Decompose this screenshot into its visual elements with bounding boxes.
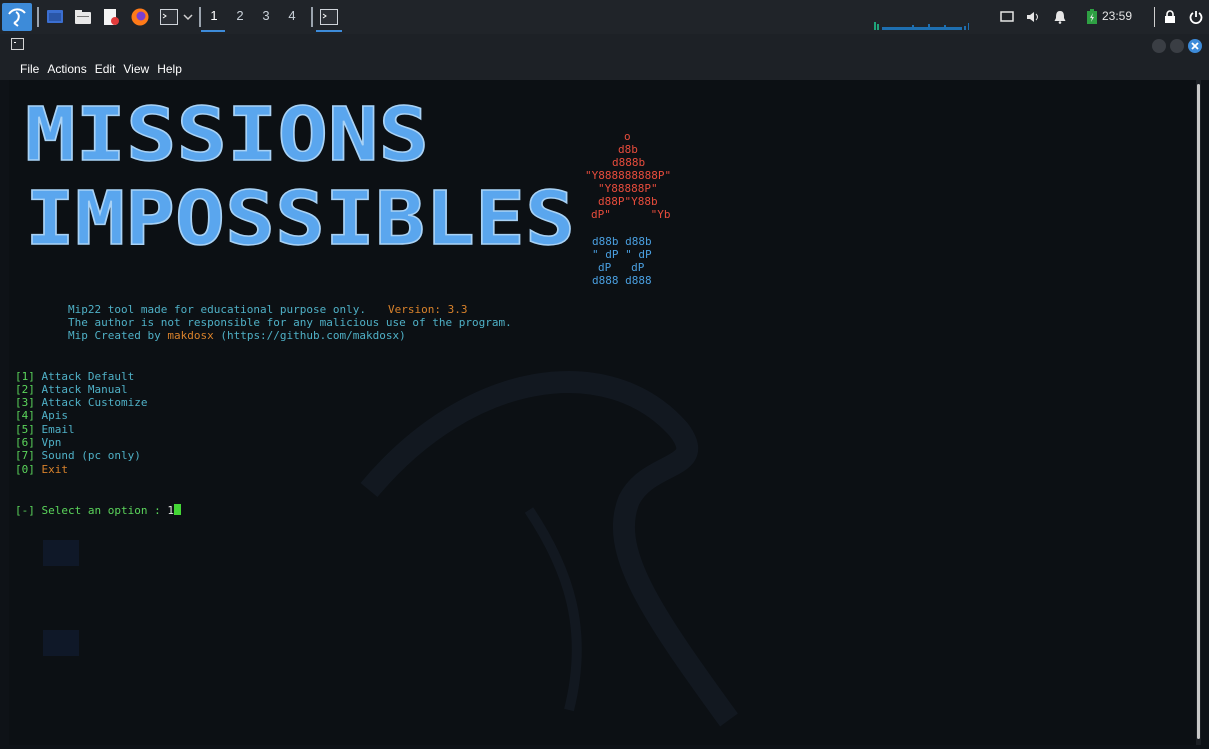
- ascii-art-blue-line: d88b d88b: [592, 235, 652, 248]
- desktop-icon-ghost: [43, 630, 79, 656]
- option-key: [4]: [15, 409, 35, 422]
- text-editor-icon[interactable]: [100, 5, 122, 29]
- ascii-art-red-line: d8b: [618, 143, 638, 156]
- minimize-button[interactable]: [1152, 39, 1166, 53]
- terminal-cursor: [173, 504, 181, 515]
- option-label: Attack Manual: [41, 383, 128, 396]
- display-icon[interactable]: [997, 5, 1017, 29]
- active-workspace-indicator: [201, 30, 225, 32]
- ascii-art-blue-line: d888 d888: [592, 274, 652, 287]
- workspace-4[interactable]: 4: [285, 8, 299, 23]
- clock[interactable]: 23:59: [1102, 9, 1132, 23]
- window-app-icon: [11, 38, 25, 57]
- option-label: Vpn: [41, 436, 62, 449]
- show-desktop-icon[interactable]: [44, 5, 66, 29]
- terminal-output[interactable]: MISSIONS IMPOSSIBLES o d8b d888b "Y88888…: [9, 80, 1196, 745]
- menu-actions[interactable]: Actions: [46, 62, 87, 76]
- top-panel: 1 2 3 4 23:59: [0, 0, 1209, 34]
- info-line-2: The author is not responsible for any ma…: [68, 316, 512, 329]
- terminal-icon[interactable]: [158, 5, 180, 29]
- prompt-input-value[interactable]: 1: [167, 504, 174, 517]
- menu-option: [4] Apis: [15, 409, 68, 422]
- option-label: Attack Customize: [41, 396, 148, 409]
- option-label: Exit: [41, 463, 69, 476]
- workspace-3[interactable]: 3: [259, 8, 273, 23]
- option-label: Attack Default: [41, 370, 135, 383]
- network-graph-icon: [872, 14, 992, 30]
- title-word-2: IMPOSSIBLES: [25, 176, 575, 254]
- kali-dragon-watermark: [360, 371, 738, 727]
- option-key: [1]: [15, 370, 35, 383]
- menu-option: [0] Exit: [15, 463, 68, 476]
- ascii-art-red-line: d88P"Y88b: [598, 195, 658, 208]
- panel-separator: [37, 7, 39, 27]
- panel-separator: [199, 7, 201, 27]
- option-key: [2]: [15, 383, 35, 396]
- prompt-label: [-] Select an option :: [15, 504, 168, 517]
- close-button[interactable]: [1188, 39, 1202, 53]
- workspace-1[interactable]: 1: [207, 8, 221, 23]
- ascii-art-red-line: dP" "Yb: [591, 208, 671, 221]
- title-word-1: MISSIONS: [25, 94, 429, 178]
- ascii-art-red-line: "Y888888888P": [585, 169, 672, 182]
- info-created-by: Mip Created by: [68, 329, 168, 342]
- option-label: Email: [41, 423, 75, 436]
- input-prompt[interactable]: [-] Select an option : 1: [15, 504, 181, 517]
- ascii-art-red-line: d888b: [612, 156, 646, 169]
- notification-icon[interactable]: [1050, 5, 1070, 29]
- author-url: (https://github.com/makdosx): [213, 329, 406, 342]
- menu-bar: File Actions Edit View Help: [0, 58, 1209, 80]
- info-line-3: Mip Created by makdosx (https://github.c…: [68, 329, 406, 342]
- battery-icon[interactable]: [1084, 5, 1100, 29]
- author-name: makdosx: [167, 329, 214, 342]
- window-titlebar[interactable]: [0, 34, 1209, 58]
- option-label: Sound (pc only): [41, 449, 141, 462]
- ascii-art-blue-line: dP dP: [598, 261, 645, 274]
- info-line-1: Mip22 tool made for educational purpose …: [68, 303, 468, 316]
- volume-icon[interactable]: [1024, 5, 1044, 29]
- maximize-button[interactable]: [1170, 39, 1184, 53]
- panel-separator: [311, 7, 313, 27]
- ascii-art-red-line: o: [624, 130, 631, 143]
- power-icon[interactable]: [1188, 5, 1204, 29]
- menu-edit[interactable]: Edit: [94, 62, 117, 76]
- file-manager-icon[interactable]: [72, 5, 94, 29]
- version-label: Version: 3.3: [388, 303, 468, 316]
- info-purpose: Mip22 tool made for educational purpose …: [68, 303, 367, 316]
- menu-option: [7] Sound (pc only): [15, 449, 141, 462]
- ascii-title-banner: MISSIONS IMPOSSIBLES: [24, 94, 576, 254]
- option-label: Apis: [41, 409, 69, 422]
- option-key: [6]: [15, 436, 35, 449]
- ascii-art-blue-line: " dP " dP: [592, 248, 652, 261]
- menu-help[interactable]: Help: [156, 62, 183, 76]
- desktop-icon-ghost: [43, 540, 79, 566]
- scrollbar-thumb[interactable]: [1197, 84, 1200, 739]
- option-key: [5]: [15, 423, 35, 436]
- menu-option: [2] Attack Manual: [15, 383, 128, 396]
- dropdown-icon[interactable]: [181, 5, 195, 29]
- ascii-art-red-line: "Y88888P": [598, 182, 658, 195]
- active-window-indicator: [316, 30, 342, 32]
- lock-icon[interactable]: [1162, 5, 1178, 29]
- close-icon: [1191, 42, 1199, 50]
- terminal-window: File Actions Edit View Help MISSIONS IMP…: [0, 34, 1209, 749]
- terminal-window-icon[interactable]: [318, 5, 340, 29]
- menu-option: [6] Vpn: [15, 436, 61, 449]
- option-key: [3]: [15, 396, 35, 409]
- option-key: [7]: [15, 449, 35, 462]
- firefox-icon[interactable]: [128, 5, 152, 29]
- menu-option: [1] Attack Default: [15, 370, 134, 383]
- menu-file[interactable]: File: [19, 62, 40, 76]
- kali-menu-icon[interactable]: [2, 3, 32, 31]
- panel-separator: [1154, 7, 1155, 27]
- option-key: [0]: [15, 463, 35, 476]
- menu-option: [3] Attack Customize: [15, 396, 147, 409]
- menu-view[interactable]: View: [122, 62, 150, 76]
- workspace-2[interactable]: 2: [233, 8, 247, 23]
- menu-option: [5] Email: [15, 423, 75, 436]
